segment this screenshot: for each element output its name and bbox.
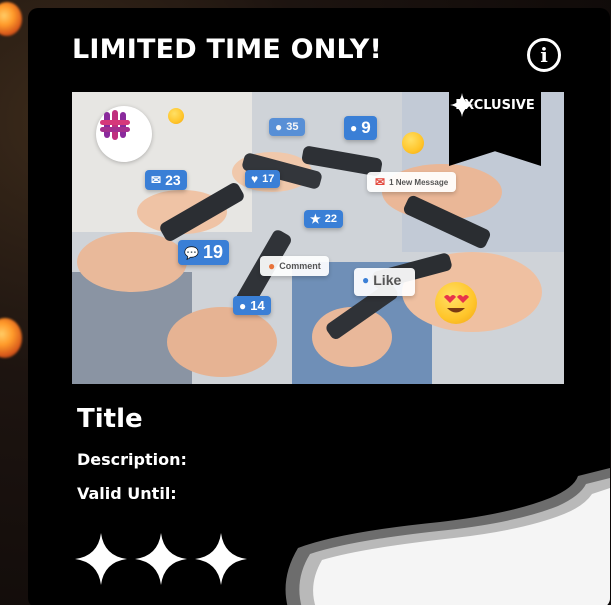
user-icon: ●	[350, 121, 358, 135]
mail-icon: ✉	[375, 175, 386, 189]
user-count-chip-bottom: ● 14	[233, 296, 271, 315]
sparkle-star-icon	[135, 533, 187, 585]
user-icon: ●	[239, 298, 247, 313]
background-lantern-bottom	[0, 318, 22, 358]
star-icon: ★	[310, 212, 321, 226]
brand-logo-icon	[96, 106, 152, 162]
card-heading: LIMITED TIME ONLY!	[72, 34, 383, 65]
heart-eyes-emoji-icon	[435, 282, 477, 324]
sparkle-star-icon	[195, 533, 247, 585]
description-label: Description:	[77, 450, 187, 469]
like-chip: ● Like	[354, 268, 416, 296]
mail-icon: ✉	[151, 173, 162, 187]
people-icon: ●	[275, 120, 283, 134]
valid-until-label: Valid Until:	[77, 484, 177, 503]
comment-count-chip: 💬 19	[178, 240, 229, 265]
new-message-chip: ✉ 1 New Message	[367, 172, 457, 192]
mail-count-chip: ✉ 23	[145, 170, 187, 190]
user-icon: ●	[362, 273, 370, 287]
rating-stars	[74, 532, 248, 586]
smile-emoji-icon	[402, 132, 424, 154]
promo-photo: EXCLUSIVE ✉ 23 ♥ 17 ● 9 ● 35 ★ 22 💬 19 ●…	[72, 92, 564, 384]
page-curl-icon[interactable]	[280, 468, 610, 605]
comment-icon: ●	[268, 259, 276, 273]
sparkle-star-icon	[450, 93, 474, 117]
heart-count-chip: ♥ 17	[245, 170, 281, 188]
comment-chip: ● Comment	[260, 256, 329, 276]
star-count-chip: ★ 22	[304, 210, 344, 228]
user-count-chip-top: ● 9	[344, 116, 377, 140]
smile-emoji-icon	[168, 108, 184, 124]
heart-icon: ♥	[251, 172, 259, 186]
info-icon[interactable]: i	[527, 38, 561, 72]
comment-icon: 💬	[184, 245, 199, 260]
promo-card: LIMITED TIME ONLY! i EXCLUSIVE ✉ 23 ♥ 17…	[28, 8, 610, 605]
offer-title: Title	[77, 404, 143, 434]
sparkle-star-icon	[75, 533, 127, 585]
people-count-chip: ● 35	[269, 118, 305, 136]
background-lantern-top	[0, 2, 22, 36]
